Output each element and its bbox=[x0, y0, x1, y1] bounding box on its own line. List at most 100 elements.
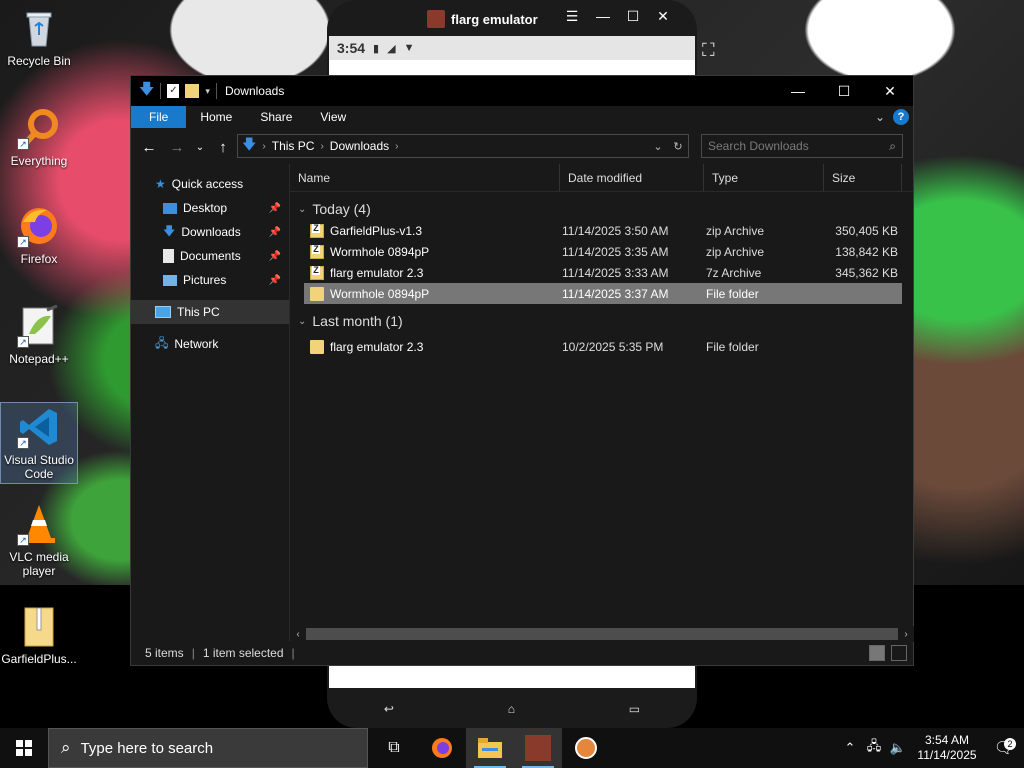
tab-share[interactable]: Share bbox=[246, 106, 306, 128]
close-icon[interactable]: ✕ bbox=[653, 8, 673, 25]
start-button[interactable] bbox=[0, 728, 48, 768]
action-center-button[interactable]: 🗨 2 bbox=[984, 738, 1024, 758]
minimize-icon[interactable]: — bbox=[593, 8, 613, 24]
back-button[interactable]: ← bbox=[137, 135, 161, 159]
network-status-icon[interactable]: 🖧 bbox=[862, 737, 886, 759]
taskbar-search-box[interactable]: ⌕ bbox=[48, 728, 368, 768]
scroll-thumb[interactable] bbox=[306, 628, 898, 640]
maximize-button[interactable]: ☐ bbox=[821, 76, 867, 106]
breadcrumb-chevron-icon[interactable]: › bbox=[262, 141, 265, 152]
address-history-chevron-icon[interactable]: ⌄ bbox=[648, 140, 668, 153]
taskbar-search-input[interactable] bbox=[80, 739, 367, 757]
desktop-icon-everything[interactable]: ↗ Everything bbox=[0, 106, 78, 168]
expand-ribbon-chevron-icon[interactable]: ⌄ bbox=[875, 110, 885, 124]
scroll-right-icon[interactable]: › bbox=[898, 629, 914, 640]
breadcrumb-this-pc[interactable]: This PC bbox=[272, 139, 315, 153]
up-button[interactable]: ↑ bbox=[211, 135, 235, 159]
file-row[interactable]: GarfieldPlus-v1.3 11/14/2025 3:50 AM zip… bbox=[304, 220, 902, 241]
nav-item-this-pc[interactable]: This PC bbox=[131, 300, 289, 324]
collapse-chevron-icon[interactable]: ⌄ bbox=[298, 204, 306, 215]
task-view-button[interactable]: ⧉ bbox=[370, 728, 418, 768]
breadcrumb: 🡇 › This PC › Downloads › bbox=[238, 134, 648, 158]
desktop-icon-vscode[interactable]: ↗ Visual Studio Code bbox=[0, 402, 78, 484]
clock[interactable]: 3:54 AM 11/14/2025 bbox=[910, 733, 984, 763]
explorer-titlebar[interactable]: 🡇 ✓ ▾ Downloads — ☐ ✕ bbox=[131, 76, 913, 106]
down-arrow-icon[interactable]: 🡇 bbox=[139, 79, 154, 104]
file-row[interactable]: flarg emulator 2.3 11/14/2025 3:33 AM 7z… bbox=[304, 262, 902, 283]
pin-icon[interactable]: 📌 bbox=[269, 251, 281, 262]
taskbar-file-explorer[interactable] bbox=[466, 728, 514, 768]
back-nav-icon[interactable]: ↩ bbox=[384, 702, 394, 716]
maximize-icon[interactable]: ☐ bbox=[623, 8, 643, 25]
desktop-icon-label: VLC media player bbox=[9, 550, 69, 578]
file-explorer-window[interactable]: 🡇 ✓ ▾ Downloads — ☐ ✕ File Home Share Vi… bbox=[130, 75, 914, 666]
pin-icon[interactable]: 📌 bbox=[269, 275, 281, 286]
tab-file[interactable]: File bbox=[131, 106, 187, 128]
nav-item-documents[interactable]: Documents 📌 bbox=[131, 244, 289, 268]
volume-muted-icon[interactable]: 🔈 bbox=[886, 740, 910, 756]
desktop-icon-vlc[interactable]: ↗ VLC media player bbox=[0, 502, 78, 578]
nav-item-network[interactable]: 🖧 Network bbox=[131, 332, 289, 356]
pin-icon[interactable]: 📌 bbox=[269, 227, 281, 238]
address-bar[interactable]: 🡇 › This PC › Downloads › ⌄ ↻ bbox=[237, 134, 689, 158]
recent-locations-button[interactable]: ⌄ bbox=[193, 135, 207, 159]
group-header-today[interactable]: ⌄ Today (4) bbox=[290, 198, 913, 220]
nav-item-desktop[interactable]: Desktop 📌 bbox=[131, 196, 289, 220]
shortcut-arrow-icon: ↗ bbox=[17, 236, 29, 248]
show-hidden-icons-chevron-icon[interactable]: ⌃ bbox=[838, 740, 862, 756]
minimize-button[interactable]: — bbox=[775, 76, 821, 106]
column-header-size[interactable]: Size bbox=[824, 164, 902, 191]
desktop-icon-firefox[interactable]: ↗ Firefox bbox=[0, 204, 78, 266]
pin-icon[interactable]: 📌 bbox=[269, 203, 281, 214]
details-view-button[interactable] bbox=[869, 645, 885, 661]
fullscreen-icon[interactable]: ⛶ bbox=[702, 40, 715, 61]
forward-button[interactable]: → bbox=[165, 135, 189, 159]
desktop-icon-label: Notepad++ bbox=[9, 352, 69, 366]
emulator-titlebar[interactable]: flarg emulator ☰ — ☐ ✕ bbox=[327, 0, 697, 36]
help-icon[interactable]: ? bbox=[893, 109, 909, 125]
file-row[interactable]: flarg emulator 2.3 10/2/2025 5:35 PM Fil… bbox=[304, 336, 902, 357]
home-nav-icon[interactable]: ⌂ bbox=[508, 702, 515, 716]
scroll-left-icon[interactable]: ‹ bbox=[290, 629, 306, 640]
search-input[interactable] bbox=[708, 139, 890, 153]
file-row[interactable]: Wormhole 0894pP 11/14/2025 3:35 AM zip A… bbox=[304, 241, 902, 262]
computer-icon bbox=[155, 306, 171, 318]
collapse-chevron-icon[interactable]: ⌄ bbox=[298, 316, 306, 327]
properties-check-icon[interactable]: ✓ bbox=[167, 84, 180, 98]
desktop-icon-garfieldplus[interactable]: GarfieldPlus... bbox=[0, 604, 78, 666]
7z-archive-icon bbox=[310, 265, 324, 280]
horizontal-scrollbar[interactable]: ‹ › bbox=[290, 626, 914, 642]
taskbar-firefox[interactable] bbox=[418, 728, 466, 768]
column-header-date[interactable]: Date modified bbox=[560, 164, 704, 191]
tab-home[interactable]: Home bbox=[186, 106, 246, 128]
nav-item-downloads[interactable]: 🡇 Downloads 📌 bbox=[131, 220, 289, 244]
recents-nav-icon[interactable]: ▭ bbox=[629, 702, 640, 716]
refresh-icon[interactable]: ↻ bbox=[668, 140, 688, 153]
breadcrumb-downloads[interactable]: Downloads bbox=[330, 139, 389, 153]
window-controls: — ☐ ✕ bbox=[775, 76, 913, 106]
breadcrumb-chevron-icon[interactable]: › bbox=[395, 141, 398, 152]
taskbar-flarg-emulator[interactable] bbox=[514, 728, 562, 768]
tab-view[interactable]: View bbox=[306, 106, 360, 128]
close-button[interactable]: ✕ bbox=[867, 76, 913, 106]
search-box[interactable]: ⌕ bbox=[701, 134, 903, 158]
desktop-icon-label: Recycle Bin bbox=[7, 54, 71, 68]
folder-icon bbox=[310, 339, 324, 354]
emulator-title: flarg emulator bbox=[427, 10, 538, 28]
nav-item-pictures[interactable]: Pictures 📌 bbox=[131, 268, 289, 292]
large-icons-view-button[interactable] bbox=[891, 645, 907, 661]
desktop-icon-recycle-bin[interactable]: Recycle Bin bbox=[0, 6, 78, 68]
column-header-type[interactable]: Type bbox=[704, 164, 824, 191]
scroll-track[interactable] bbox=[306, 628, 898, 640]
hamburger-menu-icon[interactable]: ☰ bbox=[562, 8, 582, 25]
new-folder-icon[interactable] bbox=[185, 84, 200, 98]
group-header-last-month[interactable]: ⌄ Last month (1) bbox=[290, 310, 913, 332]
file-list[interactable]: Name Date modified Type Size ⌄ Today (4)… bbox=[290, 164, 914, 642]
desktop-icon-notepad-plus-plus[interactable]: ↗ Notepad++ bbox=[0, 304, 78, 366]
nav-item-quick-access[interactable]: ★ Quick access bbox=[131, 172, 289, 196]
file-row-selected[interactable]: Wormhole 0894pP 11/14/2025 3:37 AM File … bbox=[304, 283, 902, 304]
column-header-name[interactable]: Name bbox=[290, 164, 560, 191]
breadcrumb-chevron-icon[interactable]: › bbox=[320, 141, 323, 152]
taskbar-app[interactable] bbox=[562, 728, 610, 768]
chevron-down-icon[interactable]: ▾ bbox=[205, 86, 210, 97]
